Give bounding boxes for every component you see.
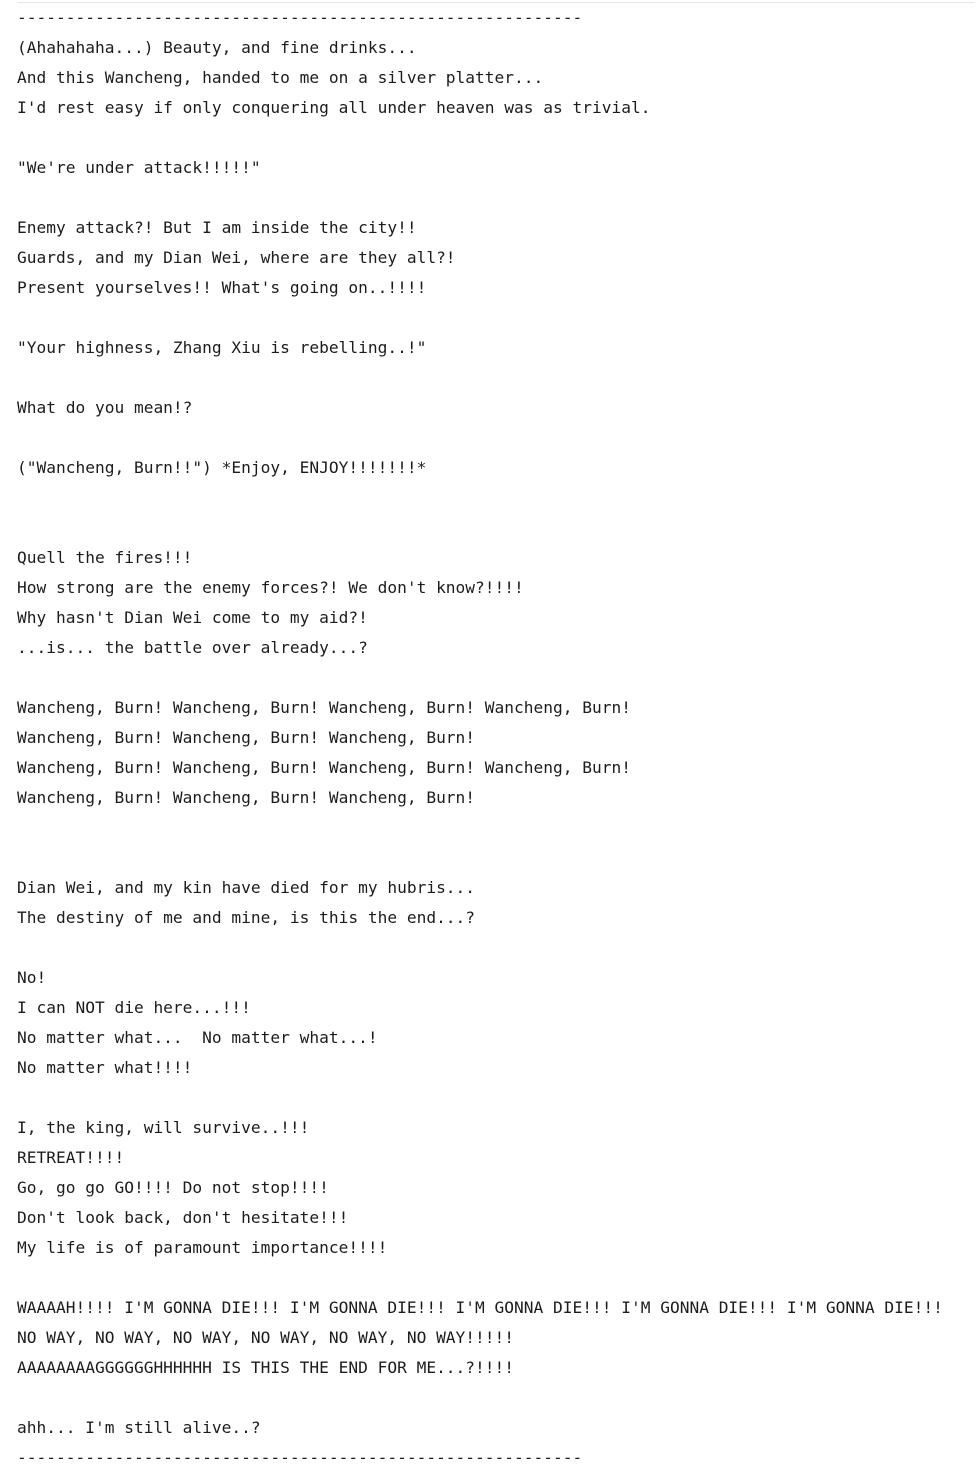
text-line: WAAAAH!!!! I'M GONNA DIE!!! I'M GONNA DI…: [17, 1298, 943, 1317]
text-line: "We're under attack!!!!!": [17, 158, 261, 177]
text-line: Don't look back, don't hesitate!!!: [17, 1208, 349, 1227]
text-line: I, the king, will survive..!!!: [17, 1118, 310, 1137]
text-line: Guards, and my Dian Wei, where are they …: [17, 248, 456, 267]
text-line: (Ahahahaha...) Beauty, and fine drinks..…: [17, 38, 417, 57]
text-line: Quell the fires!!!: [17, 548, 193, 567]
text-line: No matter what... No matter what...!: [17, 1028, 378, 1047]
blank-line: [17, 813, 975, 843]
text-line: How strong are the enemy forces?! We don…: [17, 578, 524, 597]
text-line: ahh... I'm still alive..?: [17, 1418, 261, 1437]
blank-line: [17, 663, 975, 693]
text-line: NO WAY, NO WAY, NO WAY, NO WAY, NO WAY, …: [17, 1328, 515, 1347]
text-line: What do you mean!?: [17, 398, 193, 417]
separator-bottom: ----------------------------------------…: [17, 1448, 583, 1467]
blank-line: [17, 303, 975, 333]
text-line: Go, go go GO!!!! Do not stop!!!!: [17, 1178, 329, 1197]
text-line: No!: [17, 968, 47, 987]
text-line: "Your highness, Zhang Xiu is rebelling..…: [17, 338, 427, 357]
text-line: Wancheng, Burn! Wancheng, Burn! Wancheng…: [17, 788, 476, 807]
text-line: My life is of paramount importance!!!!: [17, 1238, 388, 1257]
text-line: I can NOT die here...!!!: [17, 998, 251, 1017]
blank-line: [17, 363, 975, 393]
text-line: Why hasn't Dian Wei come to my aid?!: [17, 608, 368, 627]
text-line: ("Wancheng, Burn!!") *Enjoy, ENJOY!!!!!!…: [17, 458, 427, 477]
text-line: Dian Wei, and my kin have died for my hu…: [17, 878, 476, 897]
lyrics-document: ----------------------------------------…: [17, 2, 975, 1473]
blank-line: [17, 1383, 975, 1413]
text-line: Wancheng, Burn! Wancheng, Burn! Wancheng…: [17, 728, 476, 747]
separator-top: ----------------------------------------…: [17, 8, 583, 27]
text-line: Wancheng, Burn! Wancheng, Burn! Wancheng…: [17, 698, 631, 717]
blank-line: [17, 183, 975, 213]
text-line: And this Wancheng, handed to me on a sil…: [17, 68, 544, 87]
blank-line: [17, 483, 975, 513]
text-line: Enemy attack?! But I am inside the city!…: [17, 218, 417, 237]
text-line: AAAAAAAAGGGGGGHHHHHH IS THIS THE END FOR…: [17, 1358, 515, 1377]
blank-line: [17, 1083, 975, 1113]
text-line: The destiny of me and mine, is this the …: [17, 908, 476, 927]
text-line: I'd rest easy if only conquering all und…: [17, 98, 651, 117]
blank-line: [17, 933, 975, 963]
blank-line: [17, 513, 975, 543]
blank-line: [17, 1263, 975, 1293]
blank-line: [17, 423, 975, 453]
text-line: Wancheng, Burn! Wancheng, Burn! Wancheng…: [17, 758, 631, 777]
text-line: RETREAT!!!!: [17, 1148, 125, 1167]
lyrics-lines: ----------------------------------------…: [17, 3, 975, 1473]
blank-line: [17, 843, 975, 873]
text-line: ...is... the battle over already...?: [17, 638, 368, 657]
text-line: Present yourselves!! What's going on..!!…: [17, 278, 427, 297]
blank-line: [17, 123, 975, 153]
text-line: No matter what!!!!: [17, 1058, 193, 1077]
